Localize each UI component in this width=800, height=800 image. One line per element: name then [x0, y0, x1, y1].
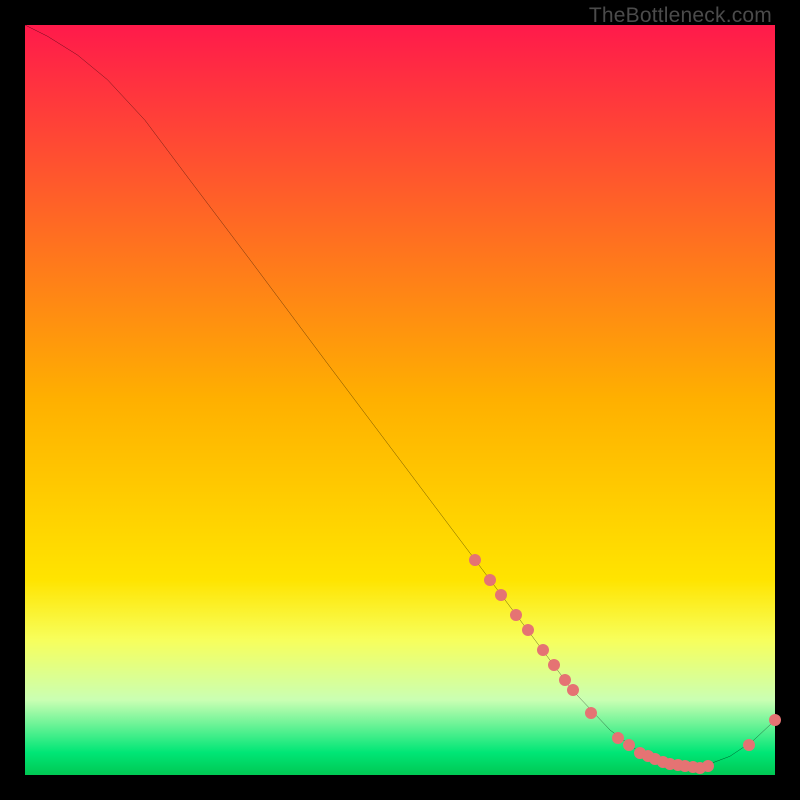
- highlight-point: [769, 714, 781, 726]
- highlight-point: [585, 707, 597, 719]
- highlight-point: [548, 659, 560, 671]
- highlight-point: [702, 760, 714, 772]
- plot-area: [25, 25, 775, 775]
- highlight-point: [522, 624, 534, 636]
- highlight-point: [743, 739, 755, 751]
- chart-stage: TheBottleneck.com: [0, 0, 800, 800]
- highlight-point: [567, 684, 579, 696]
- highlight-point: [484, 574, 496, 586]
- highlight-point: [537, 644, 549, 656]
- highlight-point: [612, 732, 624, 744]
- highlight-point: [469, 554, 481, 566]
- highlight-point: [623, 739, 635, 751]
- background-gradient: [25, 25, 775, 775]
